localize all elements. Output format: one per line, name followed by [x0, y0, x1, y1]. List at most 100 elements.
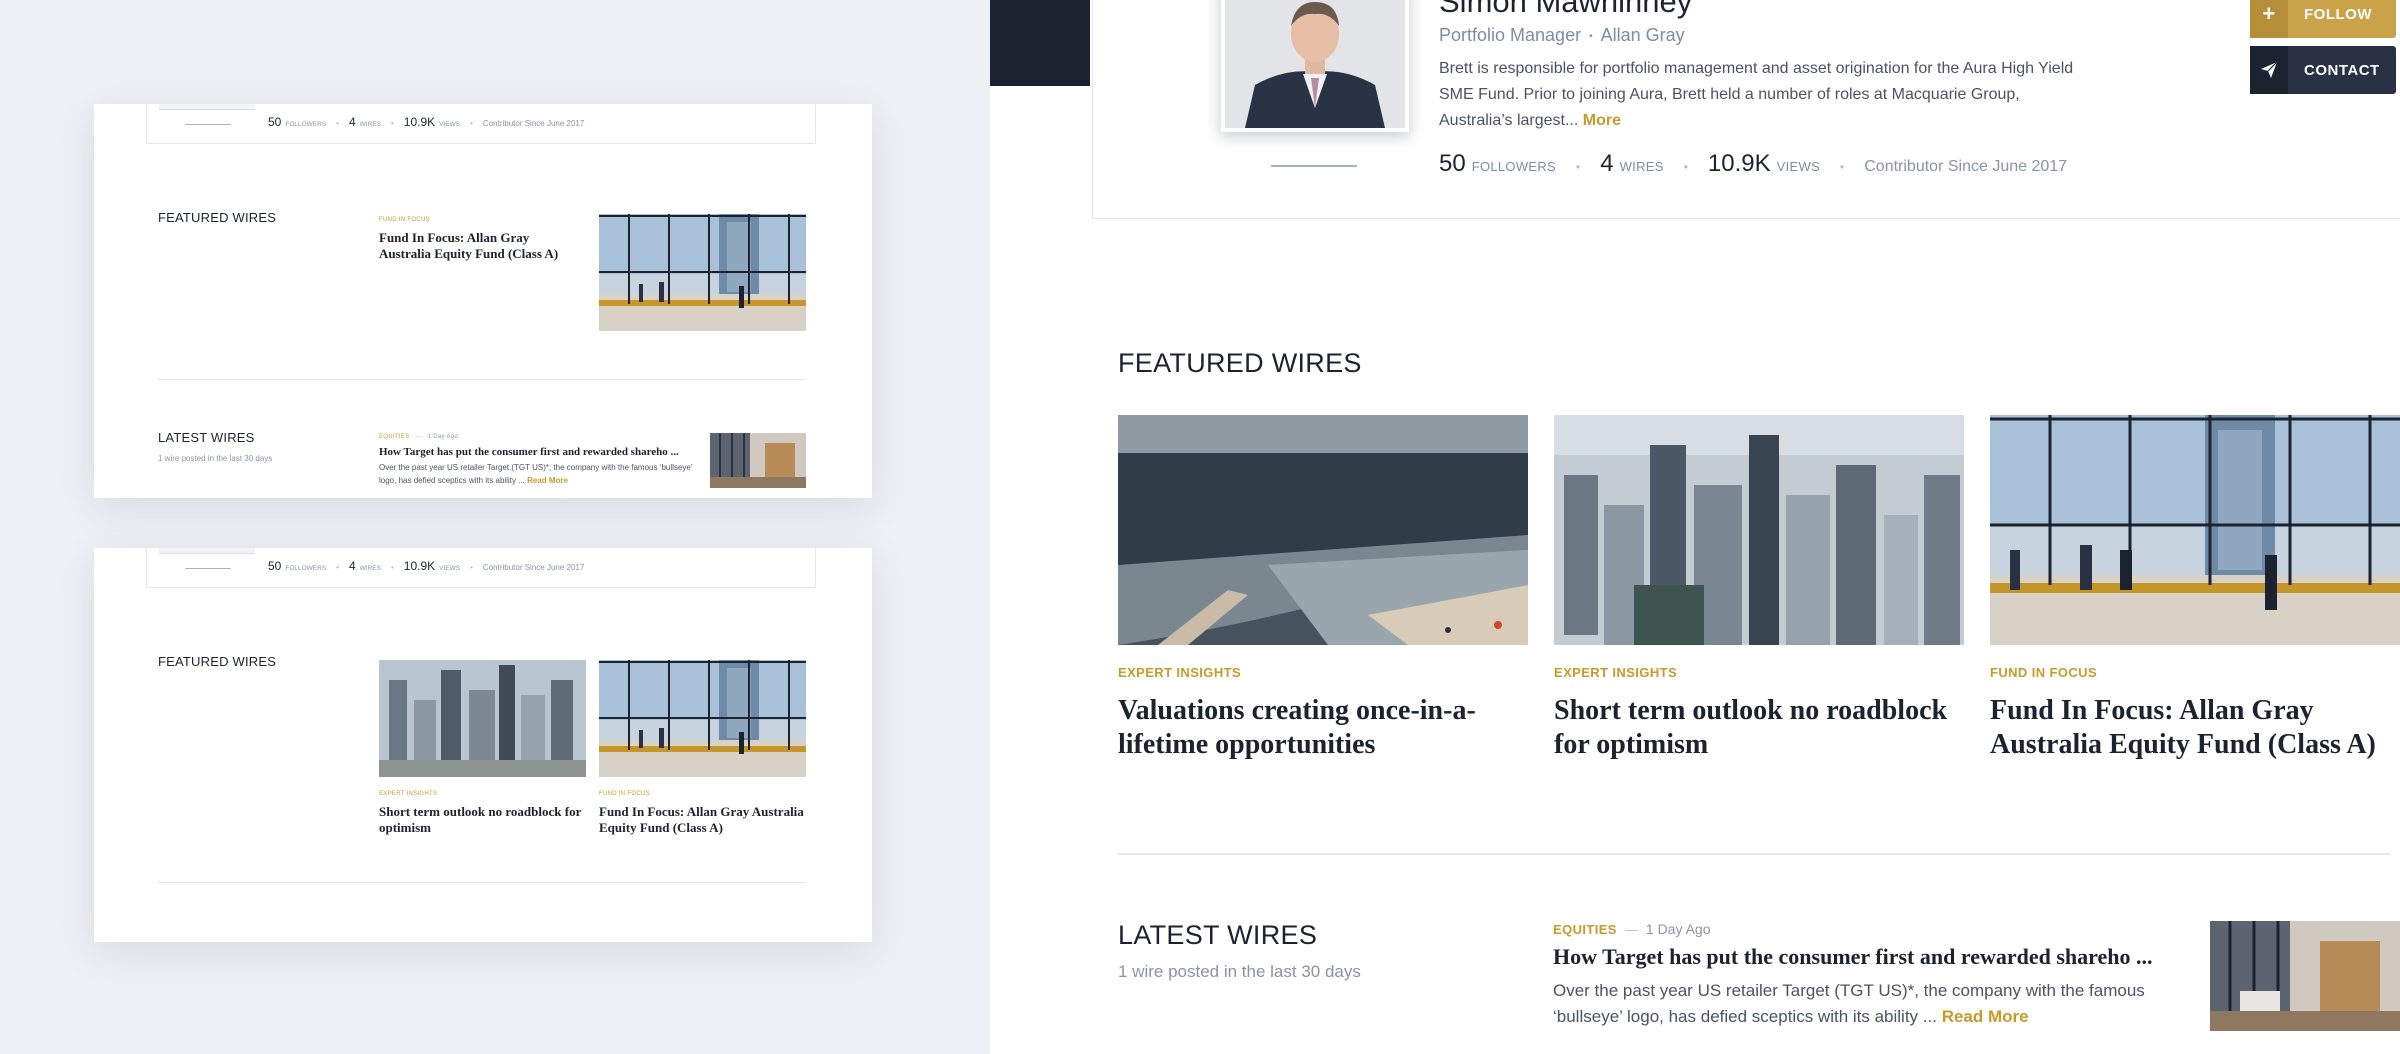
preview-card-2: 50 FOLLOWERS • 4 WIRES • 10.9K VIEWS • Cont…	[94, 548, 872, 942]
mini-latest-image[interactable]	[710, 433, 806, 488]
featured-wires-heading: FEATURED WIRES	[1118, 348, 1362, 378]
wires-value: 4	[1600, 150, 1614, 177]
paper-plane-icon	[2250, 46, 2288, 94]
section-divider	[1118, 853, 2390, 855]
company-link[interactable]: Allan Gray	[1601, 25, 1685, 45]
mini-card-tag[interactable]: FUND IN FOCUS	[379, 217, 430, 223]
mini-photo-line	[185, 568, 231, 569]
featured-card-tag[interactable]: FUND IN FOCUS	[1990, 665, 2400, 680]
profile-name: Simon Mawhinney	[1439, 0, 1693, 19]
mini-card1-tag[interactable]: EXPERT INSIGHTS	[379, 791, 437, 797]
stat-sep: •	[1576, 160, 1581, 174]
mini-views-label: VIEWS	[439, 565, 461, 572]
mini-card1-title[interactable]: Short term outlook no roadblock for opti…	[379, 804, 589, 836]
mini-card-image[interactable]	[599, 214, 806, 331]
mini-views-value: 10.9K	[403, 559, 436, 573]
contact-button[interactable]: CONTACT	[2250, 46, 2396, 94]
mini-wires-value: 4	[348, 115, 356, 129]
wires-label: WIRES	[1619, 159, 1664, 174]
mini-card2-title[interactable]: Fund In Focus: Allan Gray Australia Equi…	[599, 804, 809, 836]
meta-dash: —	[1624, 922, 1638, 937]
profile-stats: 50 FOLLOWERS • 4 WIRES • 10.9K VIEWS • Cont…	[1439, 150, 2067, 178]
profile-card: Simon Mawhinney Portfolio Manager • Allan …	[1092, 0, 2400, 219]
featured-card-tag[interactable]: EXPERT INSIGHTS	[1554, 665, 1964, 680]
mini-views-value: 10.9K	[403, 115, 436, 129]
follow-label: FOLLOW	[2304, 5, 2372, 23]
mini-contributor-since: Contributor Since June 2017	[482, 119, 585, 128]
profile-page: Simon Mawhinney Portfolio Manager • Allan …	[990, 0, 2400, 1054]
mini-stat-sep: •	[470, 563, 473, 572]
mini-profile-stats: 50 FOLLOWERS • 4 WIRES • 10.9K VIEWS • Cont…	[146, 548, 816, 588]
mini-divider	[158, 379, 806, 380]
latest-wire-excerpt: Over the past year US retailer Target (T…	[1553, 978, 2193, 1030]
featured-card[interactable]: EXPERT INSIGHTS Valuations creating once…	[1118, 415, 1528, 762]
bio-text: Brett is responsible for portfolio manag…	[1439, 60, 2074, 129]
mini-followers-label: FOLLOWERS	[285, 565, 327, 572]
featured-card[interactable]: FUND IN FOCUS Fund In Focus: Allan Gray …	[1990, 415, 2400, 762]
mini-stats-row: 50 FOLLOWERS • 4 WIRES • 10.9K VIEWS • Cont…	[268, 559, 584, 573]
mini-stat-sep: •	[390, 119, 394, 128]
mini-photo	[159, 548, 255, 554]
mini-followers-value: 50	[268, 559, 282, 573]
latest-wire-title[interactable]: How Target has put the consumer first an…	[1553, 944, 2193, 970]
mini-read-more-link[interactable]: Read More	[527, 476, 568, 485]
mini-stat-sep: •	[470, 119, 473, 128]
contact-label: CONTACT	[2304, 61, 2380, 79]
profile-bio: Brett is responsible for portfolio manag…	[1439, 56, 2089, 134]
stat-sep: •	[1840, 160, 1845, 174]
mini-card-image-city[interactable]	[379, 660, 586, 777]
latest-wire-time: 1 Day Ago	[1645, 921, 1711, 937]
contributor-since: Contributor Since June 2017	[1864, 158, 2068, 175]
follow-button[interactable]: + FOLLOW	[2250, 0, 2396, 38]
mini-featured-heading: FEATURED WIRES	[158, 654, 277, 669]
views-label: VIEWS	[1776, 159, 1821, 174]
mini-card2-tag[interactable]: FUND IN FOCUS	[599, 791, 650, 797]
mini-photo	[159, 104, 255, 110]
mini-stat-sep: •	[336, 563, 339, 572]
plus-icon: +	[2250, 0, 2288, 38]
read-more-link[interactable]: Read More	[1942, 1007, 2029, 1026]
header-band	[990, 0, 1090, 86]
mini-latest-excerpt: Over the past year US retailer Target (T…	[379, 461, 697, 487]
mini-wires-label: WIRES	[359, 565, 381, 572]
mini-card-image-office[interactable]	[599, 660, 806, 777]
mini-divider	[158, 882, 806, 883]
followers-label: FOLLOWERS	[1471, 159, 1557, 174]
mini-latest-heading: LATEST WIRES	[158, 430, 255, 445]
featured-card-title[interactable]: Valuations creating once-in-a-lifetime o…	[1118, 694, 1528, 762]
latest-wire-category[interactable]: EQUITIES	[1553, 922, 1617, 937]
bio-more-link[interactable]: More	[1583, 112, 1621, 129]
featured-card-image[interactable]	[1554, 415, 1964, 645]
avatar	[1221, 0, 1409, 132]
mini-latest-title[interactable]: How Target has put the consumer first an…	[379, 444, 695, 460]
mini-contributor-since: Contributor Since June 2017	[482, 563, 585, 572]
profile-role: Portfolio Manager • Allan Gray	[1439, 25, 1685, 46]
views-value: 10.9K	[1707, 150, 1771, 177]
featured-card-title[interactable]: Fund In Focus: Allan Gray Australia Equi…	[1990, 694, 2400, 762]
followers-value: 50	[1439, 150, 1466, 177]
featured-card-tag[interactable]: EXPERT INSIGHTS	[1118, 665, 1528, 680]
featured-card-image[interactable]	[1118, 415, 1528, 645]
role-sep: •	[1589, 30, 1593, 42]
featured-card-image[interactable]	[1990, 415, 2400, 645]
mini-followers-label: FOLLOWERS	[285, 121, 327, 128]
latest-wires-heading: LATEST WIRES	[1118, 920, 1318, 950]
mini-latest-time: 1 Day Ago	[427, 434, 459, 440]
mini-latest-subtitle: 1 wire posted in the last 30 days	[158, 454, 273, 463]
mini-views-label: VIEWS	[439, 121, 461, 128]
mini-wires-label: WIRES	[359, 121, 381, 128]
mini-profile-stats: 50 FOLLOWERS • 4 WIRES • 10.9K VIEWS • Cont…	[146, 104, 816, 144]
mini-stat-sep: •	[336, 119, 339, 128]
latest-wire-image[interactable]	[2210, 921, 2400, 1031]
mini-stats-row: 50 FOLLOWERS • 4 WIRES • 10.9K VIEWS • Cont…	[268, 115, 584, 129]
mini-latest-meta: EQUITIES — 1 Day Ago	[379, 434, 458, 440]
featured-card[interactable]: EXPERT INSIGHTS Short term outlook no ro…	[1554, 415, 1964, 762]
latest-wires-subtitle: 1 wire posted in the last 30 days	[1118, 962, 1361, 981]
latest-wire-excerpt-text: Over the past year US retailer Target (T…	[1553, 981, 2145, 1026]
latest-wire-meta: EQUITIES — 1 Day Ago	[1553, 921, 1711, 937]
preview-card-1: 50 FOLLOWERS • 4 WIRES • 10.9K VIEWS • Cont…	[94, 104, 872, 498]
role-title: Portfolio Manager	[1439, 25, 1582, 45]
featured-card-title[interactable]: Short term outlook no roadblock for opti…	[1554, 694, 1964, 762]
mini-card-title[interactable]: Fund In Focus: Allan Gray Australia Equi…	[379, 230, 579, 262]
mini-stat-sep: •	[390, 563, 394, 572]
